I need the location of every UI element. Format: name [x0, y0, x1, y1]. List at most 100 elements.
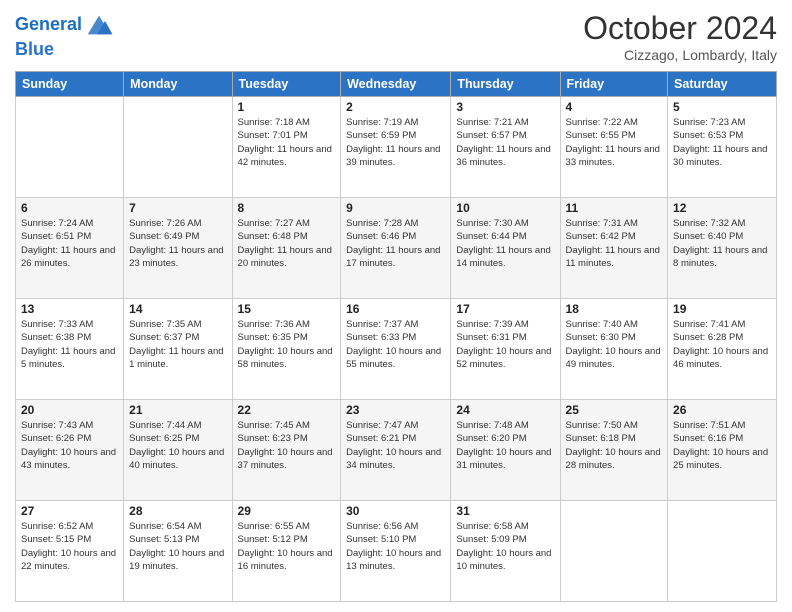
cell-info: Sunrise: 7:26 AMSunset: 6:49 PMDaylight:… — [129, 217, 226, 270]
day-number: 31 — [456, 504, 554, 518]
calendar-cell — [124, 97, 232, 198]
cell-info: Sunrise: 6:54 AMSunset: 5:13 PMDaylight:… — [129, 520, 226, 573]
calendar-cell: 12 Sunrise: 7:32 AMSunset: 6:40 PMDayligh… — [668, 198, 777, 299]
cell-info: Sunrise: 7:44 AMSunset: 6:25 PMDaylight:… — [129, 419, 226, 472]
day-number: 16 — [346, 302, 445, 316]
day-number: 17 — [456, 302, 554, 316]
cell-info: Sunrise: 7:40 AMSunset: 6:30 PMDaylight:… — [566, 318, 663, 371]
cell-info: Sunrise: 7:22 AMSunset: 6:55 PMDaylight:… — [566, 116, 663, 169]
calendar-cell: 11Sunrise: 7:31 AMSunset: 6:42 PMDayligh… — [560, 198, 668, 299]
day-number: 27 — [21, 504, 118, 518]
col-thursday: Thursday — [451, 72, 560, 97]
cell-info: Sunrise: 7:45 AMSunset: 6:23 PMDaylight:… — [238, 419, 336, 472]
calendar-table: Sunday Monday Tuesday Wednesday Thursday… — [15, 71, 777, 602]
calendar-cell: 21 Sunrise: 7:44 AMSunset: 6:25 PMDayligh… — [124, 400, 232, 501]
calendar-cell: 24 Sunrise: 7:48 AMSunset: 6:20 PMDayligh… — [451, 400, 560, 501]
day-number: 5 — [673, 100, 771, 114]
cell-info: Sunrise: 7:24 AMSunset: 6:51 PMDaylight:… — [21, 217, 118, 270]
cell-info: Sunrise: 7:30 AMSunset: 6:44 PMDaylight:… — [456, 217, 554, 270]
calendar-cell: 5Sunrise: 7:23 AMSunset: 6:53 PMDaylight… — [668, 97, 777, 198]
calendar-cell: 25 Sunrise: 7:50 AMSunset: 6:18 PMDayligh… — [560, 400, 668, 501]
calendar-week-5: 27 Sunrise: 6:52 AMSunset: 5:15 PMDayligh… — [16, 501, 777, 602]
logo-general: General — [15, 14, 82, 34]
logo-icon — [84, 10, 114, 40]
day-number: 15 — [238, 302, 336, 316]
logo: General Blue — [15, 10, 114, 60]
day-number: 2 — [346, 100, 445, 114]
day-number: 24 — [456, 403, 554, 417]
col-monday: Monday — [124, 72, 232, 97]
calendar-cell: 13Sunrise: 7:33 AMSunset: 6:38 PMDayligh… — [16, 299, 124, 400]
day-number: 20 — [21, 403, 118, 417]
col-tuesday: Tuesday — [232, 72, 341, 97]
calendar-cell: 6 Sunrise: 7:24 AMSunset: 6:51 PMDaylight… — [16, 198, 124, 299]
day-number: 8 — [238, 201, 336, 215]
day-number: 21 — [129, 403, 226, 417]
calendar-cell: 8 Sunrise: 7:27 AMSunset: 6:48 PMDaylight… — [232, 198, 341, 299]
day-number: 9 — [346, 201, 445, 215]
calendar-week-2: 6 Sunrise: 7:24 AMSunset: 6:51 PMDaylight… — [16, 198, 777, 299]
calendar-week-1: 1Sunrise: 7:18 AMSunset: 7:01 PMDaylight… — [16, 97, 777, 198]
calendar-cell: 30Sunrise: 6:56 AMSunset: 5:10 PMDayligh… — [341, 501, 451, 602]
calendar-cell: 3 Sunrise: 7:21 AMSunset: 6:57 PMDaylight… — [451, 97, 560, 198]
page: General Blue October 2024 Cizzago, Lomba… — [0, 0, 792, 612]
calendar-cell: 15Sunrise: 7:36 AMSunset: 6:35 PMDayligh… — [232, 299, 341, 400]
calendar-cell: 31 Sunrise: 6:58 AMSunset: 5:09 PMDayligh… — [451, 501, 560, 602]
calendar-cell: 27 Sunrise: 6:52 AMSunset: 5:15 PMDayligh… — [16, 501, 124, 602]
cell-info: Sunrise: 7:48 AMSunset: 6:20 PMDaylight:… — [456, 419, 554, 472]
cell-info: Sunrise: 7:32 AMSunset: 6:40 PMDaylight:… — [673, 217, 771, 270]
cell-info: Sunrise: 7:50 AMSunset: 6:18 PMDaylight:… — [566, 419, 663, 472]
calendar-cell: 20Sunrise: 7:43 AMSunset: 6:26 PMDayligh… — [16, 400, 124, 501]
cell-info: Sunrise: 6:56 AMSunset: 5:10 PMDaylight:… — [346, 520, 445, 573]
calendar-body: 1Sunrise: 7:18 AMSunset: 7:01 PMDaylight… — [16, 97, 777, 602]
day-number: 7 — [129, 201, 226, 215]
day-number: 13 — [21, 302, 118, 316]
col-friday: Friday — [560, 72, 668, 97]
calendar-cell: 19Sunrise: 7:41 AMSunset: 6:28 PMDayligh… — [668, 299, 777, 400]
calendar-cell: 16Sunrise: 7:37 AMSunset: 6:33 PMDayligh… — [341, 299, 451, 400]
title-block: October 2024 Cizzago, Lombardy, Italy — [583, 10, 777, 63]
calendar-cell — [668, 501, 777, 602]
day-number: 10 — [456, 201, 554, 215]
calendar-cell: 22 Sunrise: 7:45 AMSunset: 6:23 PMDayligh… — [232, 400, 341, 501]
calendar-cell: 23 Sunrise: 7:47 AMSunset: 6:21 PMDayligh… — [341, 400, 451, 501]
day-number: 18 — [566, 302, 663, 316]
cell-info: Sunrise: 7:35 AMSunset: 6:37 PMDaylight:… — [129, 318, 226, 371]
cell-info: Sunrise: 6:55 AMSunset: 5:12 PMDaylight:… — [238, 520, 336, 573]
calendar-cell: 14Sunrise: 7:35 AMSunset: 6:37 PMDayligh… — [124, 299, 232, 400]
cell-info: Sunrise: 7:27 AMSunset: 6:48 PMDaylight:… — [238, 217, 336, 270]
day-number: 25 — [566, 403, 663, 417]
header-row: Sunday Monday Tuesday Wednesday Thursday… — [16, 72, 777, 97]
calendar-cell — [16, 97, 124, 198]
cell-info: Sunrise: 7:21 AMSunset: 6:57 PMDaylight:… — [456, 116, 554, 169]
calendar-week-4: 20Sunrise: 7:43 AMSunset: 6:26 PMDayligh… — [16, 400, 777, 501]
cell-info: Sunrise: 7:39 AMSunset: 6:31 PMDaylight:… — [456, 318, 554, 371]
col-wednesday: Wednesday — [341, 72, 451, 97]
cell-info: Sunrise: 7:47 AMSunset: 6:21 PMDaylight:… — [346, 419, 445, 472]
cell-info: Sunrise: 6:52 AMSunset: 5:15 PMDaylight:… — [21, 520, 118, 573]
calendar-cell: 2Sunrise: 7:19 AMSunset: 6:59 PMDaylight… — [341, 97, 451, 198]
day-number: 12 — [673, 201, 771, 215]
cell-info: Sunrise: 6:58 AMSunset: 5:09 PMDaylight:… — [456, 520, 554, 573]
day-number: 29 — [238, 504, 336, 518]
calendar-cell: 1Sunrise: 7:18 AMSunset: 7:01 PMDaylight… — [232, 97, 341, 198]
day-number: 22 — [238, 403, 336, 417]
logo-text: General — [15, 15, 82, 35]
main-title: October 2024 — [583, 10, 777, 47]
day-number: 28 — [129, 504, 226, 518]
day-number: 26 — [673, 403, 771, 417]
calendar-cell: 4 Sunrise: 7:22 AMSunset: 6:55 PMDaylight… — [560, 97, 668, 198]
day-number: 3 — [456, 100, 554, 114]
logo-blue: Blue — [15, 40, 114, 60]
day-number: 23 — [346, 403, 445, 417]
calendar-cell: 17 Sunrise: 7:39 AMSunset: 6:31 PMDayligh… — [451, 299, 560, 400]
day-number: 4 — [566, 100, 663, 114]
cell-info: Sunrise: 7:51 AMSunset: 6:16 PMDaylight:… — [673, 419, 771, 472]
calendar-cell: 9Sunrise: 7:28 AMSunset: 6:46 PMDaylight… — [341, 198, 451, 299]
calendar-cell: 7 Sunrise: 7:26 AMSunset: 6:49 PMDaylight… — [124, 198, 232, 299]
calendar-cell: 10 Sunrise: 7:30 AMSunset: 6:44 PMDayligh… — [451, 198, 560, 299]
cell-info: Sunrise: 7:41 AMSunset: 6:28 PMDaylight:… — [673, 318, 771, 371]
day-number: 6 — [21, 201, 118, 215]
calendar-cell — [560, 501, 668, 602]
col-sunday: Sunday — [16, 72, 124, 97]
